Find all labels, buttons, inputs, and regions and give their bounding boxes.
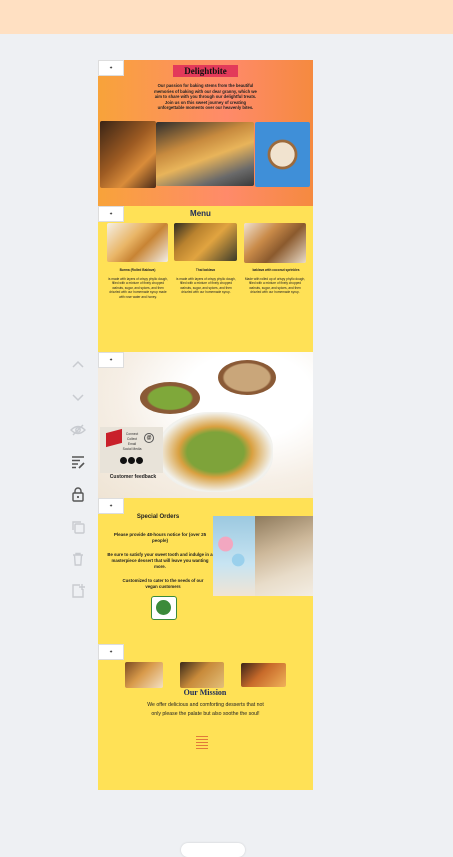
baklava-plate-photo <box>158 412 273 492</box>
page-5-mission[interactable]: ✦ Our Mission We offer delicious and com… <box>98 644 313 790</box>
dessert-photo-1 <box>125 662 163 688</box>
vegan-badge <box>151 596 177 620</box>
qr-mark-icon: @ <box>144 433 154 443</box>
logo: ✦ <box>98 206 124 222</box>
intro-text: Our passion for baking stems from the be… <box>154 83 257 111</box>
leaf-icon <box>156 600 171 615</box>
vegan-text: Customized to cater to the needs of our … <box>122 578 204 589</box>
delete-page-button[interactable] <box>66 547 90 571</box>
page-4-special-orders[interactable]: ✦ Special Orders Please provide 48-hours… <box>98 498 313 644</box>
connect-card: @ Connect Collect Email Social Media <box>100 427 163 473</box>
instagram-icon[interactable] <box>120 457 127 464</box>
top-bar <box>0 0 453 34</box>
connect-lines: Connect Collect Email Social Media <box>122 432 142 452</box>
macarons-photo <box>213 516 255 596</box>
add-page-button[interactable] <box>66 579 90 603</box>
chevron-up-icon <box>72 360 84 368</box>
latte-photo <box>255 122 310 187</box>
dessert-table-photo <box>255 516 313 596</box>
duplicate-page-button[interactable] <box>66 515 90 539</box>
menu-heading: Menu <box>190 209 211 218</box>
dessert-photo-2 <box>180 662 224 688</box>
menu-item-name-3: baklava with coconut sprinkles <box>252 268 300 272</box>
notes-icon <box>72 456 85 469</box>
menu-item-name-2: Thai baklava <box>195 268 216 272</box>
menu-item-desc-1: is made with layers of crispy phyllo dou… <box>108 277 168 299</box>
lock-page-button[interactable] <box>66 482 90 506</box>
hide-page-button[interactable] <box>66 418 90 442</box>
eye-off-icon <box>70 424 86 436</box>
baklava-tray-photo <box>156 122 254 186</box>
mission-text: We offer delicious and comforting desser… <box>147 702 264 717</box>
twitter-icon[interactable] <box>136 457 143 464</box>
page-2-menu[interactable]: ✦ Menu Burma (Rolled Baklava) is made wi… <box>98 206 313 352</box>
burma-photo <box>107 223 168 262</box>
page-3[interactable]: ✦ @ Connect Collect Email Social Media C… <box>98 352 313 498</box>
menu-item-name-1: Burma (Rolled Baklava) <box>119 268 156 272</box>
special-orders-heading: Special Orders <box>136 514 180 520</box>
pistachio-bowl-photo <box>140 382 200 414</box>
coconut-baklava-photo <box>244 223 306 263</box>
brand-title: Delightbite <box>173 65 238 77</box>
move-page-up-button[interactable] <box>66 353 90 377</box>
logo: ✦ <box>98 60 124 76</box>
thai-baklava-photo <box>174 223 237 261</box>
satisfy-text: Be sure to satisfy your sweet tooth and … <box>107 552 213 569</box>
move-page-down-button[interactable] <box>66 385 90 409</box>
decorative-lines <box>196 736 208 750</box>
social-icons <box>120 457 143 464</box>
duplicate-icon <box>72 521 85 534</box>
logo: ✦ <box>98 352 124 368</box>
trash-icon <box>73 552 83 566</box>
logo: ✦ <box>98 644 124 660</box>
dessert-photo-3 <box>241 663 286 687</box>
customer-feedback-label: Customer feedback <box>109 474 157 480</box>
notes-button[interactable] <box>66 450 90 474</box>
notice-text: Please provide 48-hours notice for (over… <box>113 532 207 543</box>
facebook-icon[interactable] <box>128 457 135 464</box>
logo: ✦ <box>98 498 124 514</box>
ribbon-graphic <box>106 428 122 448</box>
social-media-label: Social Media <box>122 447 142 451</box>
menu-item-desc-2: is made with layers of crispy phyllo dou… <box>176 277 236 295</box>
tea-photo <box>100 121 156 188</box>
add-page-icon <box>72 584 85 598</box>
page-1[interactable]: ✦ Delightbite Our passion for baking ste… <box>98 60 313 206</box>
page-navigation-pill[interactable] <box>181 843 245 857</box>
menu-item-desc-3: Made with rolled up of crispy phyllo dou… <box>244 277 306 295</box>
chevron-down-icon <box>72 394 84 402</box>
mission-heading: Our Mission <box>183 688 227 697</box>
nut-bowl-photo <box>218 360 276 395</box>
lock-icon <box>72 487 84 502</box>
